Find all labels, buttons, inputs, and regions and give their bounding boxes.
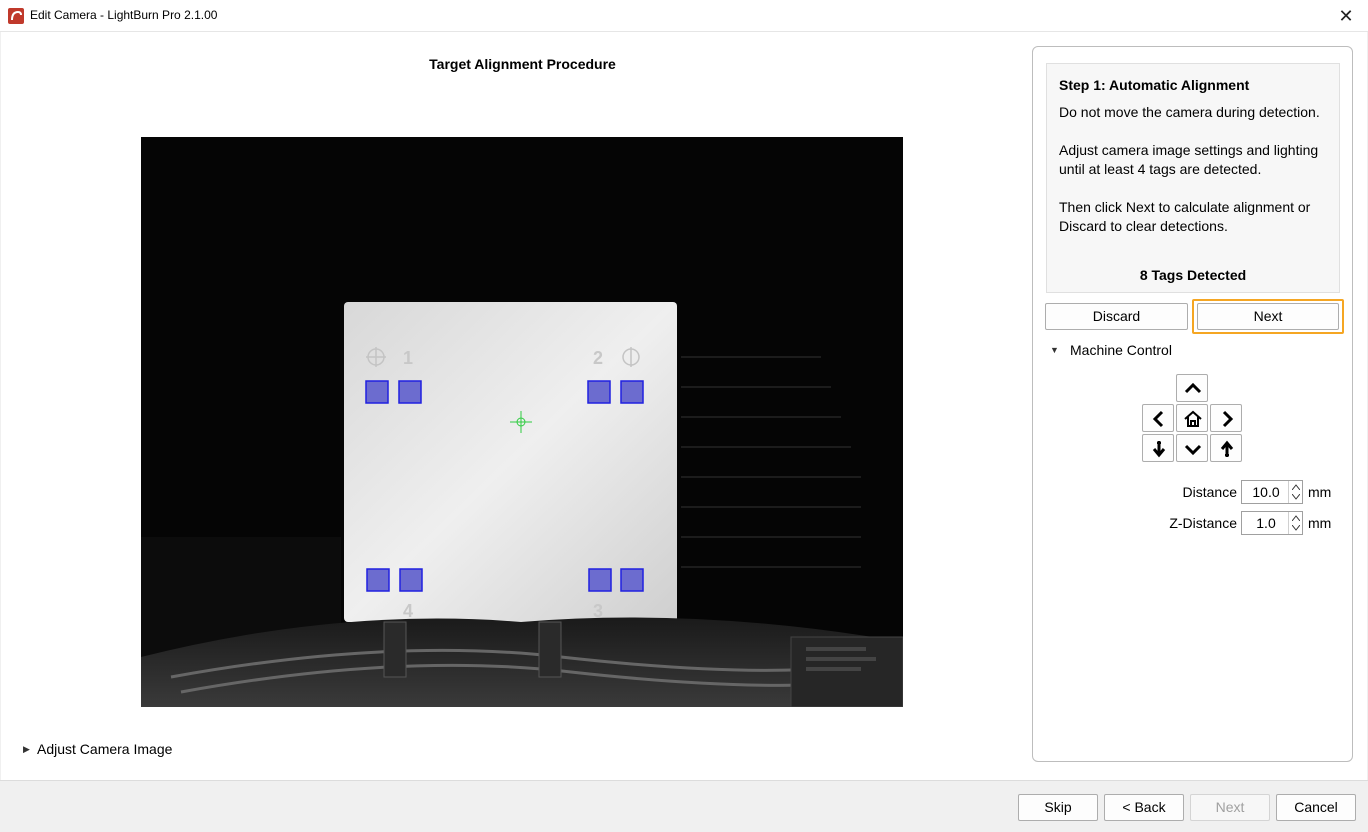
cancel-button[interactable]: Cancel bbox=[1276, 794, 1356, 821]
discard-button[interactable]: Discard bbox=[1045, 303, 1188, 330]
jog-home-button[interactable] bbox=[1176, 404, 1208, 432]
spin-up-icon[interactable] bbox=[1292, 484, 1300, 490]
detected-tag bbox=[588, 568, 612, 592]
detected-tag bbox=[365, 380, 389, 404]
z-up-arrow-icon bbox=[1220, 440, 1234, 457]
detected-tag bbox=[620, 568, 644, 592]
spin-up-icon[interactable] bbox=[1292, 515, 1300, 521]
camera-image: 1 2 3 4 bbox=[141, 137, 903, 707]
skip-button[interactable]: Skip bbox=[1018, 794, 1098, 821]
detected-tag bbox=[366, 568, 390, 592]
title-bar: Edit Camera - LightBurn Pro 2.1.00 ✕ bbox=[0, 0, 1368, 32]
window-title: Edit Camera - LightBurn Pro 2.1.00 bbox=[30, 8, 218, 22]
caret-down-icon: ▼ bbox=[1050, 345, 1059, 355]
procedure-title: Target Alignment Procedure bbox=[429, 56, 616, 72]
alignment-side-panel: Step 1: Automatic Alignment Do not move … bbox=[1032, 46, 1353, 762]
step-line-2: Adjust camera image settings and lightin… bbox=[1059, 142, 1319, 177]
camera-view[interactable]: 1 2 3 4 bbox=[141, 137, 903, 707]
next-button-highlight: Next bbox=[1192, 299, 1344, 334]
jog-z-down-button[interactable] bbox=[1142, 434, 1174, 462]
step-line-3: Then click Next to calculate alignment o… bbox=[1059, 199, 1311, 234]
chevron-up-icon bbox=[1184, 382, 1202, 394]
distance-value[interactable]: 10.0 bbox=[1242, 484, 1290, 500]
home-icon bbox=[1184, 410, 1202, 427]
chevron-left-icon bbox=[1152, 410, 1164, 428]
z-distance-spin-arrows[interactable] bbox=[1288, 512, 1302, 534]
jog-up-button[interactable] bbox=[1176, 374, 1208, 402]
jog-left-button[interactable] bbox=[1142, 404, 1174, 432]
chevron-right-icon bbox=[1222, 410, 1234, 428]
machine-control-toggle[interactable]: ▼ Machine Control bbox=[1050, 342, 1172, 358]
adjust-camera-image-label: Adjust Camera Image bbox=[37, 741, 173, 757]
z-distance-unit: mm bbox=[1308, 515, 1332, 531]
jog-z-up-button[interactable] bbox=[1210, 434, 1242, 462]
jog-down-button[interactable] bbox=[1176, 434, 1208, 462]
marker-label-4: 4 bbox=[403, 601, 413, 621]
chevron-down-icon bbox=[1184, 444, 1202, 456]
next-button[interactable]: Next bbox=[1197, 303, 1339, 330]
lightburn-app-icon bbox=[8, 8, 24, 24]
main-area: Target Alignment Procedure 1 2 3 4 ▶ Adj… bbox=[1, 32, 1367, 780]
dialog-button-bar: Skip < Back Next Cancel bbox=[0, 780, 1368, 832]
detected-tag bbox=[587, 380, 611, 404]
step-line-1: Do not move the camera during detection. bbox=[1059, 104, 1320, 120]
detected-tag bbox=[398, 380, 422, 404]
footer-next-button[interactable]: Next bbox=[1190, 794, 1270, 821]
step-instructions: Step 1: Automatic Alignment Do not move … bbox=[1046, 63, 1340, 293]
z-distance-label: Z-Distance bbox=[1169, 515, 1237, 531]
back-button[interactable]: < Back bbox=[1104, 794, 1184, 821]
z-down-arrow-icon bbox=[1152, 441, 1166, 458]
close-icon[interactable]: ✕ bbox=[1334, 4, 1358, 28]
machine-control-label: Machine Control bbox=[1070, 342, 1172, 358]
adjust-camera-image-toggle[interactable]: ▶ Adjust Camera Image bbox=[23, 741, 172, 757]
tags-detected-count: 8 Tags Detected bbox=[1139, 267, 1247, 283]
distance-unit: mm bbox=[1308, 484, 1332, 500]
spin-down-icon[interactable] bbox=[1292, 494, 1300, 500]
caret-right-icon: ▶ bbox=[23, 744, 30, 754]
jog-right-button[interactable] bbox=[1210, 404, 1242, 432]
marker-label-1: 1 bbox=[403, 348, 413, 368]
detected-tag bbox=[399, 568, 423, 592]
detected-tag bbox=[620, 380, 644, 404]
step-heading: Step 1: Automatic Alignment bbox=[1059, 77, 1250, 93]
distance-label: Distance bbox=[1182, 484, 1237, 500]
z-distance-spinbox[interactable]: 1.0 bbox=[1241, 511, 1303, 535]
spin-down-icon[interactable] bbox=[1292, 525, 1300, 531]
z-distance-value[interactable]: 1.0 bbox=[1242, 515, 1290, 531]
distance-spinbox[interactable]: 10.0 bbox=[1241, 480, 1303, 504]
marker-label-2: 2 bbox=[593, 348, 603, 368]
distance-spin-arrows[interactable] bbox=[1288, 481, 1302, 503]
